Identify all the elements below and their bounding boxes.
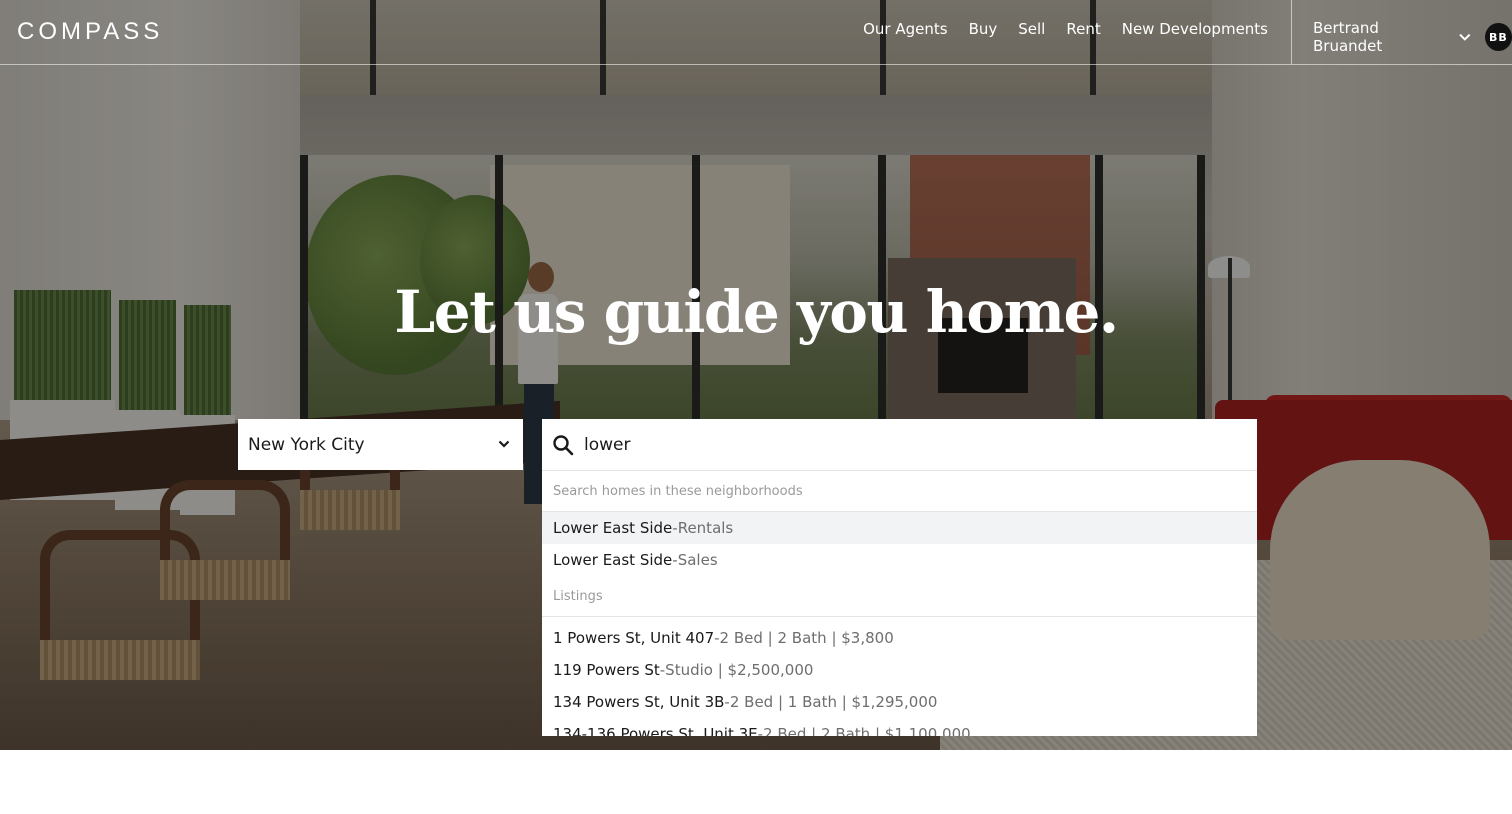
neighborhood-suggestion[interactable]: Lower East Side - Rentals <box>542 512 1257 544</box>
user-name[interactable]: Bertrand Bruandet <box>1313 19 1449 55</box>
city-select[interactable]: New York City <box>238 419 523 470</box>
compass-logo[interactable]: COMPASS <box>17 18 163 46</box>
listing-suggestion[interactable]: 134-136 Powers St, Unit 3E - 2 Bed | 2 B… <box>542 718 1257 736</box>
header-vertical-divider <box>1291 0 1292 64</box>
nav-our-agents[interactable]: Our Agents <box>863 20 947 38</box>
hero-headline: Let us guide you home. <box>394 278 1119 346</box>
search-input[interactable] <box>584 434 1224 455</box>
nav-sell[interactable]: Sell <box>1018 20 1045 38</box>
search-suggestions-dropdown: Search homes in these neighborhoods Lowe… <box>542 470 1257 736</box>
neighborhoods-heading: Search homes in these neighborhoods <box>542 471 1257 512</box>
listing-suggestion[interactable]: 134 Powers St, Unit 3B - 2 Bed | 1 Bath … <box>542 686 1257 718</box>
chevron-down-icon[interactable] <box>1458 30 1472 44</box>
nav-rent[interactable]: Rent <box>1066 20 1100 38</box>
listings-heading: Listings <box>542 576 1257 617</box>
listing-suggestion[interactable]: 119 Powers St - Studio | $2,500,000 <box>542 654 1257 686</box>
avatar[interactable]: BB <box>1484 23 1512 51</box>
nav-new-developments[interactable]: New Developments <box>1122 20 1268 38</box>
city-select-value: New York City <box>248 434 365 455</box>
chevron-down-icon <box>498 440 510 448</box>
search-box[interactable] <box>542 419 1257 470</box>
header-divider <box>0 64 1512 65</box>
main-nav: Our Agents Buy Sell Rent New Development… <box>863 20 1268 38</box>
listing-suggestion[interactable]: 1 Powers St, Unit 407 - 2 Bed | 2 Bath |… <box>542 622 1257 654</box>
search-icon <box>553 434 574 455</box>
user-menu[interactable]: Bertrand Bruandet BB <box>1313 19 1512 55</box>
neighborhood-suggestion[interactable]: Lower East Side - Sales <box>542 544 1257 576</box>
nav-buy[interactable]: Buy <box>969 20 998 38</box>
